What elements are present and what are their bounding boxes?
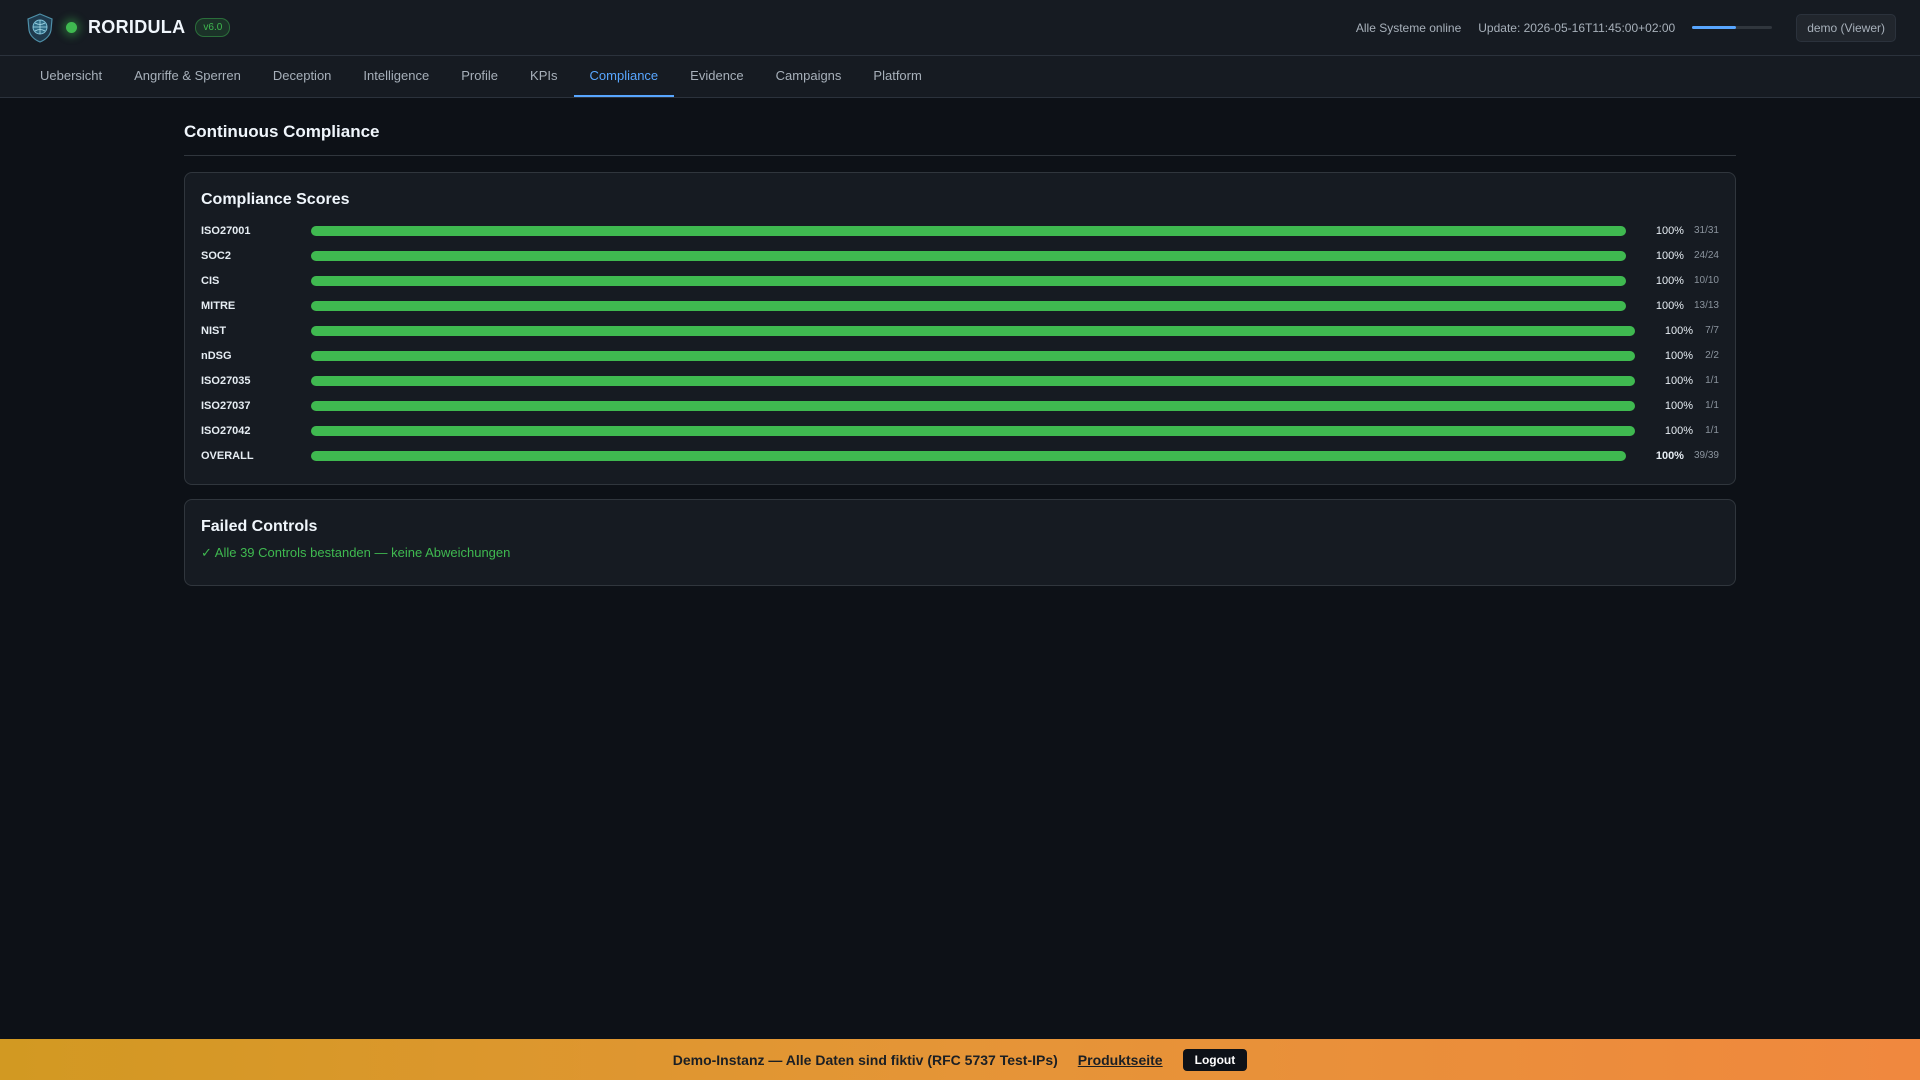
score-percent: 100% — [1655, 249, 1684, 262]
tab-campaigns[interactable]: Campaigns — [760, 56, 858, 97]
score-percent: 100% — [1664, 399, 1693, 412]
score-count: 39/39 — [1693, 450, 1719, 461]
tab-intelligence[interactable]: Intelligence — [347, 56, 445, 97]
score-bar-fill — [311, 225, 1626, 236]
refresh-progress-fill — [1692, 26, 1737, 29]
tab-uebersicht[interactable]: Uebersicht — [24, 56, 118, 97]
brand-name: RORIDULA — [88, 17, 186, 37]
online-status-dot-icon — [66, 22, 77, 33]
score-row-cis: CIS 100% 10/10 — [201, 268, 1719, 293]
score-bar-track — [311, 375, 1635, 386]
page-title: Continuous Compliance — [184, 98, 1736, 156]
score-row-iso27042: ISO27042 100% 1/1 — [201, 418, 1719, 443]
score-name: ISO27001 — [201, 224, 251, 237]
score-row-soc2: SOC2 100% 24/24 — [201, 243, 1719, 268]
score-name: CIS — [201, 274, 220, 287]
score-bar-fill — [311, 300, 1626, 311]
tab-angriffe-sperren[interactable]: Angriffe & Sperren — [118, 56, 257, 97]
score-percent: 100% — [1664, 424, 1693, 437]
score-percent: 100% — [1664, 374, 1693, 387]
score-row-ndsg: nDSG 100% 2/2 — [201, 343, 1719, 368]
score-percent: 100% — [1664, 349, 1693, 362]
version-badge: v6.0 — [195, 18, 231, 37]
score-name: OVERALL — [201, 449, 254, 462]
score-percent: 100% — [1655, 299, 1684, 312]
score-bar-track — [311, 275, 1626, 286]
score-count: 2/2 — [1705, 350, 1719, 361]
main-content: Continuous Compliance Compliance Scores … — [184, 98, 1736, 586]
score-name: nDSG — [201, 349, 232, 362]
score-name: ISO27035 — [201, 374, 251, 387]
score-percent: 100% — [1664, 324, 1693, 337]
failed-controls-title: Failed Controls — [201, 518, 318, 535]
main-nav: Uebersicht Angriffe & Sperren Deception Int… — [0, 56, 1920, 98]
score-count: 24/24 — [1693, 250, 1719, 261]
score-count: 1/1 — [1705, 375, 1719, 386]
refresh-progress-bar — [1692, 26, 1773, 29]
score-name: MITRE — [201, 299, 236, 312]
score-count: 1/1 — [1705, 425, 1719, 436]
score-bar-fill — [311, 450, 1626, 461]
score-row-nist: NIST 100% 7/7 — [201, 318, 1719, 343]
score-bar-fill — [311, 375, 1635, 386]
score-name: NIST — [201, 324, 227, 337]
product-page-link[interactable]: Produktseite — [1078, 1052, 1163, 1068]
score-bar-track — [311, 400, 1635, 411]
user-menu-button[interactable]: demo (Viewer) — [1796, 13, 1896, 42]
score-percent: 100% — [1655, 274, 1684, 287]
score-percent: 100% — [1655, 449, 1684, 462]
tab-profile[interactable]: Profile — [445, 56, 514, 97]
score-name: ISO27042 — [201, 424, 251, 437]
score-bar-track — [311, 325, 1635, 336]
failed-controls-card: Failed Controls ✓ Alle 39 Controls besta… — [184, 499, 1736, 586]
score-bar-fill — [311, 275, 1626, 286]
score-row-iso27035: ISO27035 100% 1/1 — [201, 368, 1719, 393]
score-row-iso27037: ISO27037 100% 1/1 — [201, 393, 1719, 418]
score-count: 13/13 — [1693, 300, 1719, 311]
score-bar-track — [311, 450, 1626, 461]
score-bar-track — [311, 425, 1635, 436]
shield-globe-logo-icon — [27, 12, 53, 43]
score-row-iso27001: ISO27001 100% 31/31 — [201, 218, 1719, 243]
compliance-scores-title: Compliance Scores — [201, 191, 350, 208]
score-count: 31/31 — [1693, 225, 1719, 236]
tab-deception[interactable]: Deception — [257, 56, 348, 97]
score-bar-fill — [311, 350, 1635, 361]
compliance-scores-card: Compliance Scores ISO27001 100% 31/31 SOC2 1… — [184, 172, 1736, 485]
logout-button[interactable]: Logout — [1182, 1048, 1248, 1071]
score-list: ISO27001 100% 31/31 SOC2 100% 24/24 CIS 100% 10/… — [201, 218, 1719, 468]
score-bar-fill — [311, 425, 1635, 436]
header-status-area: Alle Systeme online Update: 2026-05-16T1… — [1355, 13, 1896, 42]
score-name: ISO27037 — [201, 399, 251, 412]
score-row-mitre: MITRE 100% 13/13 — [201, 293, 1719, 318]
score-name: SOC2 — [201, 249, 231, 262]
score-bar-track — [311, 300, 1626, 311]
tab-platform[interactable]: Platform — [857, 56, 937, 97]
demo-notice-text: Demo-Instanz — Alle Daten sind fiktiv (R… — [672, 1051, 1058, 1068]
score-bar-track — [311, 350, 1635, 361]
top-bar: RORIDULA v6.0 Alle Systeme online Update… — [0, 0, 1920, 56]
tab-evidence[interactable]: Evidence — [674, 56, 759, 97]
score-bar-track — [311, 225, 1626, 236]
score-percent: 100% — [1655, 224, 1684, 237]
demo-banner: Demo-Instanz — Alle Daten sind fiktiv (R… — [0, 1039, 1920, 1080]
last-update-text: Update: 2026-05-16T11:45:00+02:00 — [1478, 20, 1676, 35]
tab-kpis[interactable]: KPIs — [514, 56, 573, 97]
score-bar-track — [311, 250, 1626, 261]
tab-compliance[interactable]: Compliance — [573, 56, 675, 97]
score-bar-fill — [311, 400, 1635, 411]
all-passed-message: ✓ Alle 39 Controls bestanden — keine Abw… — [201, 545, 511, 560]
system-status-text: Alle Systeme online — [1355, 20, 1462, 35]
score-count: 7/7 — [1705, 325, 1719, 336]
score-count: 1/1 — [1705, 400, 1719, 411]
score-row-overall: OVERALL 100% 39/39 — [201, 443, 1719, 468]
score-bar-fill — [311, 250, 1626, 261]
score-count: 10/10 — [1693, 275, 1719, 286]
score-bar-fill — [311, 325, 1635, 336]
